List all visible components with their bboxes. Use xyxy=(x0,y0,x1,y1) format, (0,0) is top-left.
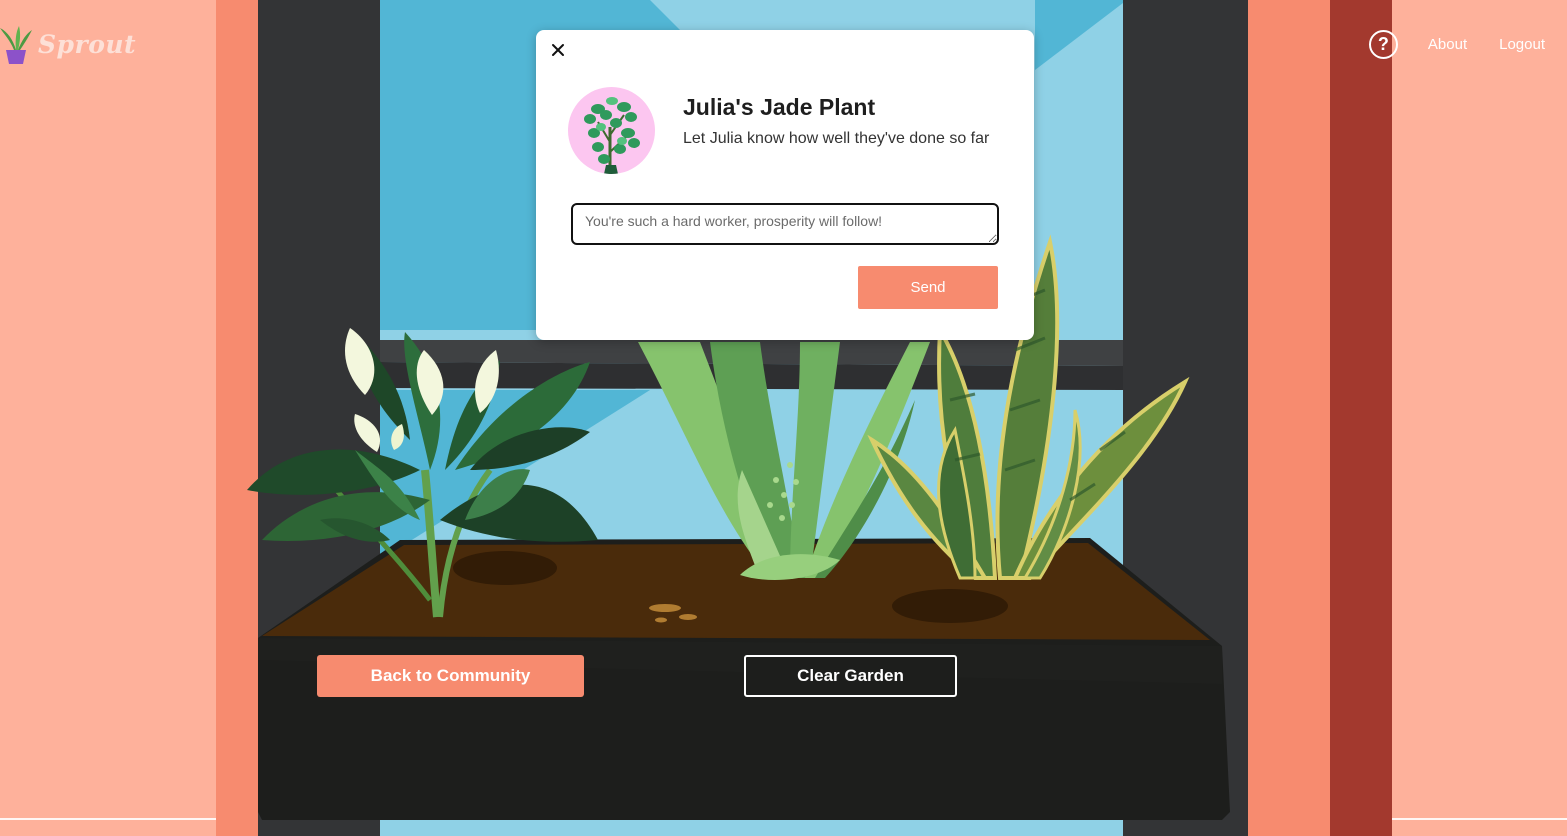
seed xyxy=(649,604,681,612)
question-circle-icon[interactable]: ? xyxy=(1368,30,1398,59)
soil-shadow-right xyxy=(892,589,1008,623)
nav-logout-link[interactable]: Logout xyxy=(1499,36,1545,53)
avatar xyxy=(568,87,655,174)
planter-soil xyxy=(262,543,1210,640)
modal-title: Julia's Jade Plant xyxy=(683,94,876,120)
soil-shadow-left xyxy=(453,551,557,585)
potted-plant-icon xyxy=(0,26,32,64)
nav-about-link[interactable]: About xyxy=(1428,36,1467,53)
close-icon[interactable] xyxy=(550,42,566,58)
encouragement-modal: Julia's Jade Plant Let Julia know how we… xyxy=(536,30,1034,340)
send-button[interactable]: Send xyxy=(858,266,998,309)
jade-plant-icon xyxy=(584,97,640,174)
encouragement-message-input[interactable] xyxy=(571,203,999,245)
seed xyxy=(679,614,697,620)
seed xyxy=(655,617,667,623)
clear-garden-button[interactable]: Clear Garden xyxy=(744,655,957,697)
logo[interactable]: Sprout xyxy=(0,22,136,66)
back-to-community-button[interactable]: Back to Community xyxy=(317,655,584,697)
app-name: Sprout xyxy=(38,29,137,59)
modal-subtitle: Let Julia know how well they've done so … xyxy=(683,130,990,147)
top-nav: ? About Logout xyxy=(1368,30,1545,59)
